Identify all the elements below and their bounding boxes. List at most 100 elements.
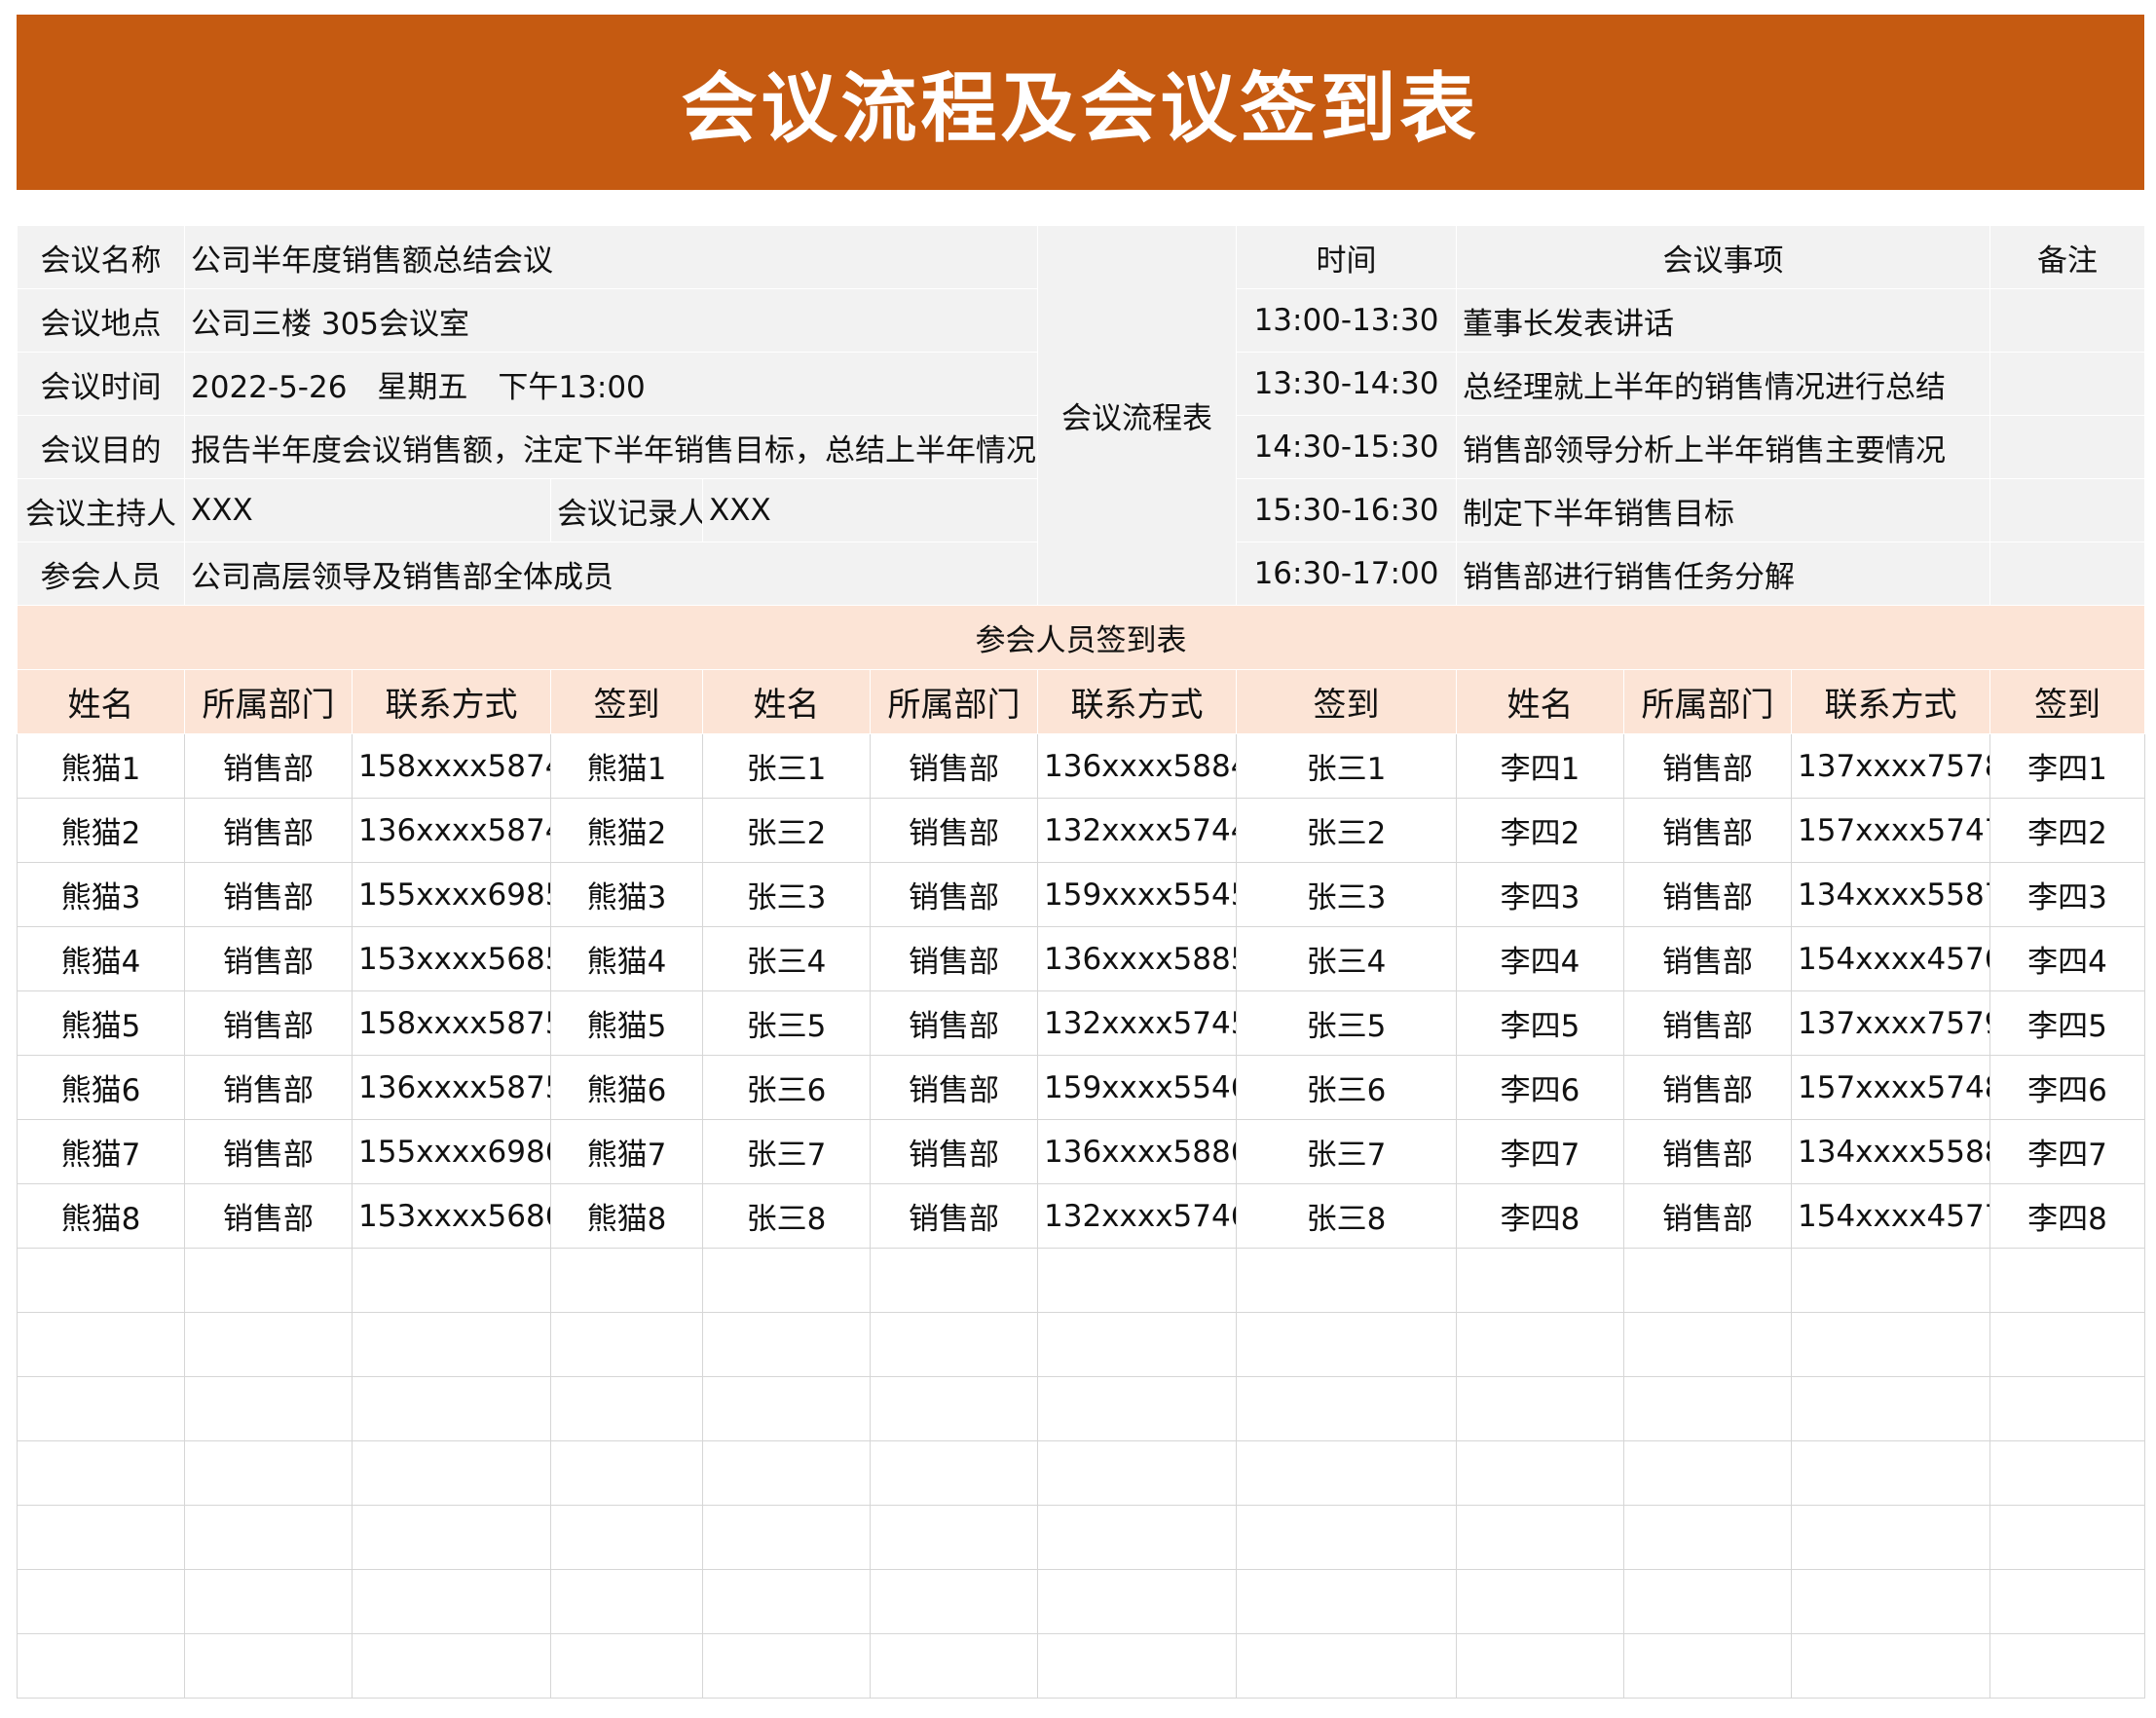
empty-cell[interactable] xyxy=(1623,1569,1792,1634)
empty-cell[interactable] xyxy=(1790,1312,1991,1377)
empty-cell[interactable] xyxy=(1456,1633,1624,1699)
department-cell[interactable]: 销售部 xyxy=(184,862,353,927)
flow-note[interactable] xyxy=(1989,478,2146,542)
contact-cell[interactable]: 159xxxx5545 xyxy=(1037,862,1237,927)
signature-cell[interactable]: 李四3 xyxy=(1989,862,2146,927)
meeting-attendees-value[interactable]: 公司高层领导及销售部全体成员 xyxy=(184,542,1038,606)
empty-cell[interactable] xyxy=(184,1376,353,1441)
contact-cell[interactable]: 136xxxx5874 xyxy=(352,798,551,863)
empty-cell[interactable] xyxy=(870,1505,1038,1570)
name-cell[interactable]: 李四1 xyxy=(1456,733,1624,799)
name-cell[interactable]: 张三4 xyxy=(702,926,871,991)
flow-time[interactable]: 15:30-16:30 xyxy=(1236,478,1457,542)
empty-cell[interactable] xyxy=(352,1569,551,1634)
signature-cell[interactable]: 熊猫4 xyxy=(550,926,703,991)
flow-item[interactable]: 总经理就上半年的销售情况进行总结 xyxy=(1455,352,1991,416)
department-cell[interactable]: 销售部 xyxy=(184,1183,353,1249)
department-cell[interactable]: 销售部 xyxy=(1623,798,1792,863)
empty-cell[interactable] xyxy=(702,1440,871,1506)
empty-cell[interactable] xyxy=(352,1633,551,1699)
empty-cell[interactable] xyxy=(1790,1376,1991,1441)
name-cell[interactable]: 张三2 xyxy=(702,798,871,863)
contact-cell[interactable]: 159xxxx5546 xyxy=(1037,1055,1237,1120)
meeting-place-value[interactable]: 公司三楼 305会议室 xyxy=(184,288,1038,353)
flow-item[interactable]: 销售部领导分析上半年销售主要情况 xyxy=(1455,415,1991,479)
department-cell[interactable]: 销售部 xyxy=(870,798,1038,863)
contact-cell[interactable]: 158xxxx5874 xyxy=(352,733,551,799)
empty-cell[interactable] xyxy=(1236,1440,1457,1506)
department-cell[interactable]: 销售部 xyxy=(870,926,1038,991)
meeting-name-value[interactable]: 公司半年度销售额总结会议 xyxy=(184,225,1038,289)
name-cell[interactable]: 李四5 xyxy=(1456,990,1624,1056)
department-cell[interactable]: 销售部 xyxy=(1623,1055,1792,1120)
empty-cell[interactable] xyxy=(1236,1248,1457,1313)
empty-cell[interactable] xyxy=(184,1248,353,1313)
contact-cell[interactable]: 155xxxx6985 xyxy=(352,862,551,927)
flow-time[interactable]: 14:30-15:30 xyxy=(1236,415,1457,479)
empty-cell[interactable] xyxy=(1623,1248,1792,1313)
empty-cell[interactable] xyxy=(184,1569,353,1634)
empty-cell[interactable] xyxy=(1236,1312,1457,1377)
department-cell[interactable]: 销售部 xyxy=(1623,1183,1792,1249)
contact-cell[interactable]: 155xxxx6986 xyxy=(352,1119,551,1184)
meeting-time-value[interactable]: 2022-5-26 星期五 下午13:00 xyxy=(184,352,1038,416)
department-cell[interactable]: 销售部 xyxy=(184,1055,353,1120)
empty-cell[interactable] xyxy=(1456,1569,1624,1634)
contact-cell[interactable]: 154xxxx4577 xyxy=(1790,1183,1991,1249)
empty-cell[interactable] xyxy=(352,1312,551,1377)
signature-cell[interactable]: 李四4 xyxy=(1989,926,2146,991)
empty-cell[interactable] xyxy=(17,1505,185,1570)
signature-cell[interactable]: 张三2 xyxy=(1236,798,1457,863)
flow-time[interactable]: 13:00-13:30 xyxy=(1236,288,1457,353)
empty-cell[interactable] xyxy=(550,1440,703,1506)
flow-note[interactable] xyxy=(1989,288,2146,353)
empty-cell[interactable] xyxy=(1037,1376,1237,1441)
empty-cell[interactable] xyxy=(1037,1248,1237,1313)
meeting-host-value[interactable]: XXX xyxy=(184,478,551,542)
signature-cell[interactable]: 李四6 xyxy=(1989,1055,2146,1120)
empty-cell[interactable] xyxy=(1236,1633,1457,1699)
contact-cell[interactable]: 134xxxx5588 xyxy=(1790,1119,1991,1184)
flow-item[interactable]: 销售部进行销售任务分解 xyxy=(1455,542,1991,606)
name-cell[interactable]: 熊猫8 xyxy=(17,1183,185,1249)
empty-cell[interactable] xyxy=(184,1633,353,1699)
flow-note[interactable] xyxy=(1989,542,2146,606)
signature-cell[interactable]: 熊猫2 xyxy=(550,798,703,863)
contact-cell[interactable]: 136xxxx5885 xyxy=(1037,926,1237,991)
signature-cell[interactable]: 张三4 xyxy=(1236,926,1457,991)
name-cell[interactable]: 熊猫1 xyxy=(17,733,185,799)
name-cell[interactable]: 熊猫5 xyxy=(17,990,185,1056)
department-cell[interactable]: 销售部 xyxy=(184,926,353,991)
department-cell[interactable]: 销售部 xyxy=(870,862,1038,927)
empty-cell[interactable] xyxy=(550,1633,703,1699)
empty-cell[interactable] xyxy=(1790,1569,1991,1634)
signature-cell[interactable]: 李四1 xyxy=(1989,733,2146,799)
empty-cell[interactable] xyxy=(870,1248,1038,1313)
empty-cell[interactable] xyxy=(702,1248,871,1313)
empty-cell[interactable] xyxy=(702,1633,871,1699)
empty-cell[interactable] xyxy=(17,1376,185,1441)
name-cell[interactable]: 熊猫6 xyxy=(17,1055,185,1120)
empty-cell[interactable] xyxy=(1456,1248,1624,1313)
meeting-recorder-value[interactable]: XXX xyxy=(702,478,1038,542)
flow-item[interactable]: 制定下半年销售目标 xyxy=(1455,478,1991,542)
flow-time[interactable]: 16:30-17:00 xyxy=(1236,542,1457,606)
empty-cell[interactable] xyxy=(702,1312,871,1377)
empty-cell[interactable] xyxy=(1989,1248,2146,1313)
name-cell[interactable]: 熊猫7 xyxy=(17,1119,185,1184)
empty-cell[interactable] xyxy=(870,1633,1038,1699)
empty-cell[interactable] xyxy=(1037,1312,1237,1377)
department-cell[interactable]: 销售部 xyxy=(1623,990,1792,1056)
empty-cell[interactable] xyxy=(1236,1376,1457,1441)
department-cell[interactable]: 销售部 xyxy=(184,1119,353,1184)
name-cell[interactable]: 李四8 xyxy=(1456,1183,1624,1249)
department-cell[interactable]: 销售部 xyxy=(870,990,1038,1056)
empty-cell[interactable] xyxy=(870,1440,1038,1506)
contact-cell[interactable]: 157xxxx5747 xyxy=(1790,798,1991,863)
empty-cell[interactable] xyxy=(550,1376,703,1441)
signature-cell[interactable]: 熊猫7 xyxy=(550,1119,703,1184)
contact-cell[interactable]: 153xxxx5685 xyxy=(352,926,551,991)
name-cell[interactable]: 熊猫3 xyxy=(17,862,185,927)
empty-cell[interactable] xyxy=(550,1312,703,1377)
name-cell[interactable]: 张三5 xyxy=(702,990,871,1056)
